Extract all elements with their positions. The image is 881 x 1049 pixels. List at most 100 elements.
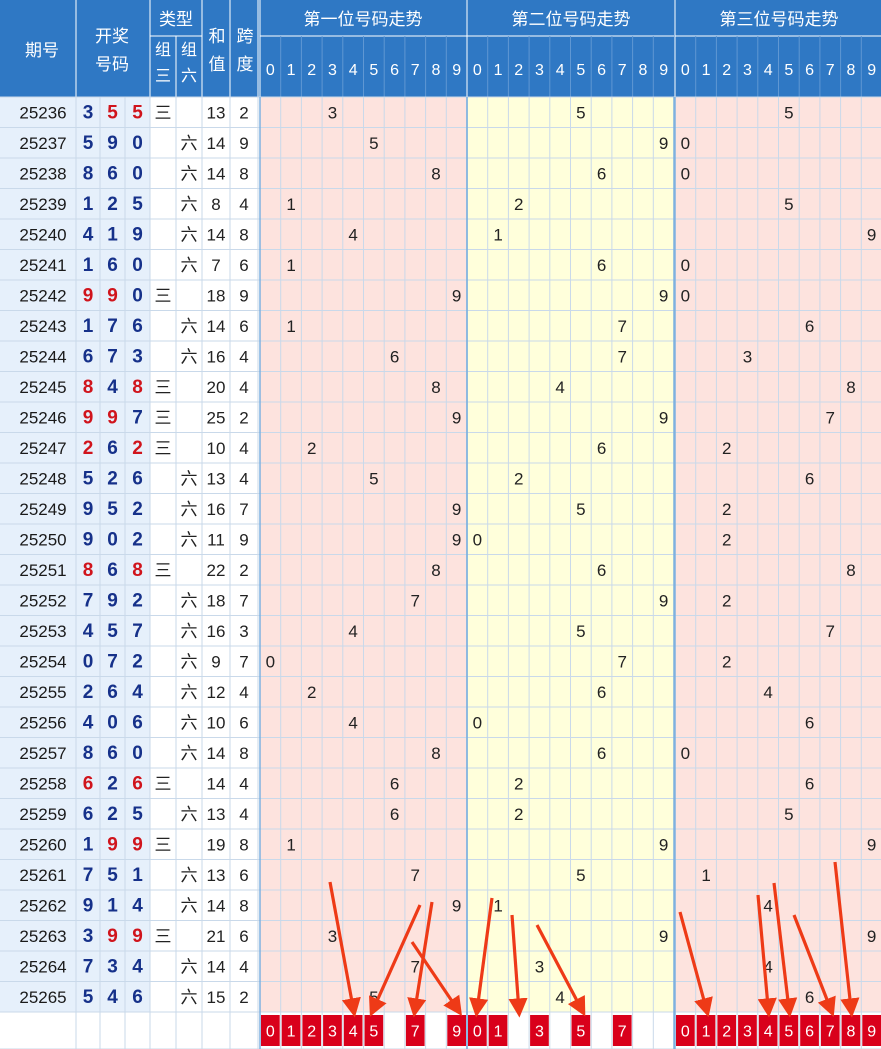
pos3-selected-digit: 5 <box>784 1024 793 1041</box>
pos2-digit-header: 1 <box>494 62 503 79</box>
pos1-trend-digit: 9 <box>452 500 461 519</box>
draw-digit: 2 <box>132 499 143 520</box>
draw-digit: 1 <box>83 194 94 215</box>
draw-digit: 0 <box>132 255 143 276</box>
draw-digit: 6 <box>132 773 143 794</box>
pos2-trend-digit: 1 <box>493 896 502 915</box>
sum-value: 15 <box>207 988 226 1007</box>
pos3-selected-digit: 8 <box>846 1024 855 1041</box>
draw-digit: 4 <box>83 621 94 642</box>
span-value: 2 <box>239 561 248 580</box>
sum-value: 13 <box>207 469 226 488</box>
sum-value: 13 <box>207 866 226 885</box>
draw-digit: 9 <box>83 407 94 428</box>
pos1-trend-digit: 4 <box>348 622 357 641</box>
sum-value: 14 <box>207 896 226 915</box>
pos1-trend-digit: 1 <box>286 195 295 214</box>
draw-digit: 5 <box>107 499 118 520</box>
span-value: 4 <box>239 957 248 976</box>
draw-digit: 1 <box>83 316 94 337</box>
period-cell: 25261 <box>19 866 66 885</box>
period-cell: 25244 <box>19 347 66 366</box>
pos2-digit-header: 5 <box>576 62 585 79</box>
period-cell: 25255 <box>19 683 66 702</box>
pos3-digit-header: 6 <box>805 62 814 79</box>
draw-digit: 6 <box>83 804 94 825</box>
pos2-trend-digit: 6 <box>597 256 606 275</box>
pos3-trend-digit: 6 <box>805 988 814 1007</box>
period-cell: 25241 <box>19 256 66 275</box>
span-value: 9 <box>239 530 248 549</box>
draw-digit: 5 <box>107 621 118 642</box>
sum-value: 16 <box>207 500 226 519</box>
draw-digit: 6 <box>132 316 143 337</box>
period-cell: 25258 <box>19 774 66 793</box>
sum-value: 9 <box>211 652 220 671</box>
draw-digit: 7 <box>132 407 143 428</box>
span-value: 4 <box>239 347 248 366</box>
draw-digit: 6 <box>107 743 118 764</box>
type-zu3-mark: 三 <box>155 439 172 458</box>
sum-value: 14 <box>207 164 226 183</box>
type-zu6-mark: 六 <box>181 805 198 824</box>
pos3-selected-digit: 3 <box>743 1024 752 1041</box>
pos1-digit-header: 0 <box>266 62 275 79</box>
pos1-trend-digit: 7 <box>411 957 420 976</box>
type-zu6-mark: 六 <box>181 164 198 183</box>
draw-digit: 9 <box>107 590 118 611</box>
draw-digit: 7 <box>83 865 94 886</box>
draw-digit: 4 <box>83 712 94 733</box>
type-zu6-mark: 六 <box>181 225 198 244</box>
type-zu6-mark: 六 <box>181 713 198 732</box>
period-cell: 25254 <box>19 652 66 671</box>
pos3-trend-digit: 2 <box>722 530 731 549</box>
span-header-2: 度 <box>237 55 254 74</box>
type-zu6-mark: 六 <box>181 317 198 336</box>
pos2-trend-digit: 5 <box>576 103 585 122</box>
span-value: 6 <box>239 866 248 885</box>
span-value: 4 <box>239 774 248 793</box>
pos2-header: 第二位号码走势 <box>512 10 631 29</box>
draw-digit: 6 <box>107 438 118 459</box>
pos1-trend-digit: 8 <box>431 744 440 763</box>
type-zu3-mark: 三 <box>155 561 172 580</box>
pos3-digit-header: 2 <box>722 62 731 79</box>
pos2-trend-digit: 9 <box>659 835 668 854</box>
span-value: 6 <box>239 927 248 946</box>
draw-digit: 5 <box>83 468 94 489</box>
pos3-selected-digit: 1 <box>702 1024 711 1041</box>
draw-digit: 3 <box>83 926 94 947</box>
pos3-trend-digit: 4 <box>763 683 772 702</box>
pos1-selected-digit: 4 <box>349 1024 358 1041</box>
draw-digit: 8 <box>132 560 143 581</box>
span-value: 4 <box>239 378 248 397</box>
draw-digit: 9 <box>107 834 118 855</box>
pos2-trend-digit: 9 <box>659 134 668 153</box>
pos2-digit-header: 4 <box>556 62 565 79</box>
draw-header-line2: 号码 <box>95 55 129 74</box>
pos2-trend-digit: 2 <box>514 469 523 488</box>
draw-digit: 9 <box>107 285 118 306</box>
draw-digit: 6 <box>107 163 118 184</box>
draw-digit: 0 <box>132 163 143 184</box>
draw-digit: 7 <box>83 590 94 611</box>
draw-digit: 5 <box>132 804 143 825</box>
draw-digit: 2 <box>132 438 143 459</box>
pos1-trend-digit: 0 <box>266 652 275 671</box>
span-value: 4 <box>239 439 248 458</box>
pos1-selected-digit: 0 <box>266 1024 275 1041</box>
draw-digit: 2 <box>132 529 143 550</box>
pos3-trend-digit: 6 <box>805 469 814 488</box>
draw-digit: 9 <box>83 895 94 916</box>
period-cell: 25245 <box>19 378 66 397</box>
period-cell: 25250 <box>19 530 66 549</box>
span-value: 7 <box>239 500 248 519</box>
pos2-selected-digit: 3 <box>535 1024 544 1041</box>
pos3-trend-digit: 3 <box>743 347 752 366</box>
sum-value: 14 <box>207 744 226 763</box>
type-zu6-mark: 六 <box>181 957 198 976</box>
draw-digit: 0 <box>132 285 143 306</box>
period-cell: 25247 <box>19 439 66 458</box>
pos1-trend-digit: 2 <box>307 439 316 458</box>
draw-digit: 2 <box>132 651 143 672</box>
